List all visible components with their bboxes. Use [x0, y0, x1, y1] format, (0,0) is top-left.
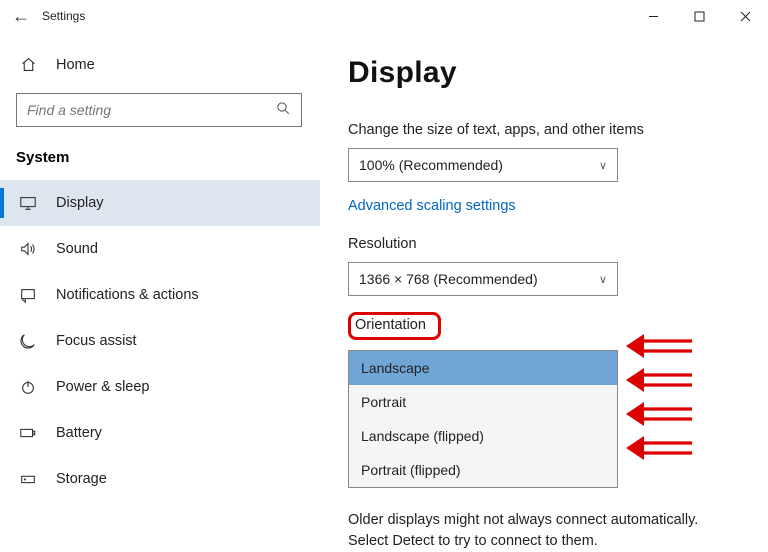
focus-assist-icon	[16, 332, 40, 350]
annotation-arrow	[622, 399, 696, 429]
sidebar-item-focus-assist[interactable]: Focus assist	[0, 318, 320, 364]
sidebar-item-power-sleep[interactable]: Power & sleep	[0, 364, 320, 410]
sidebar-home-label: Home	[56, 57, 95, 73]
sidebar-item-label: Focus assist	[56, 333, 137, 349]
orientation-option-portrait-flipped[interactable]: Portrait (flipped)	[349, 453, 617, 487]
storage-icon	[16, 470, 40, 488]
sound-icon	[16, 240, 40, 258]
notifications-icon	[16, 286, 40, 304]
sidebar-item-storage[interactable]: Storage	[0, 456, 320, 502]
sidebar-item-label: Sound	[56, 241, 98, 257]
sidebar-item-sound[interactable]: Sound	[0, 226, 320, 272]
resolution-combobox[interactable]: 1366 × 768 (Recommended) ∨	[348, 262, 618, 296]
sidebar-item-label: Power & sleep	[56, 379, 150, 395]
chevron-down-icon: ∨	[599, 159, 607, 172]
orientation-option-landscape[interactable]: Landscape	[349, 351, 617, 385]
battery-icon	[16, 424, 40, 442]
sidebar: Home System Display Sound Notifications …	[0, 32, 320, 530]
orientation-option-landscape-flipped[interactable]: Landscape (flipped)	[349, 419, 617, 453]
annotation-arrow	[622, 433, 696, 463]
search-icon	[276, 101, 291, 120]
sidebar-item-label: Battery	[56, 425, 102, 441]
sidebar-item-label: Notifications & actions	[56, 287, 199, 303]
sidebar-item-display[interactable]: Display	[0, 180, 320, 226]
minimize-button[interactable]	[630, 0, 676, 32]
orientation-label: Orientation	[355, 317, 426, 333]
home-icon	[16, 56, 40, 73]
scale-combobox[interactable]: 100% (Recommended) ∨	[348, 148, 618, 182]
advanced-scaling-link[interactable]: Advanced scaling settings	[348, 198, 748, 214]
scale-label: Change the size of text, apps, and other…	[348, 122, 748, 138]
sidebar-home[interactable]: Home	[0, 50, 320, 79]
sidebar-item-label: Storage	[56, 471, 107, 487]
search-input[interactable]	[27, 102, 276, 118]
sidebar-group-header: System	[0, 149, 320, 180]
sidebar-item-notifications[interactable]: Notifications & actions	[0, 272, 320, 318]
close-button[interactable]	[722, 0, 768, 32]
orientation-dropdown-open[interactable]: Landscape Portrait Landscape (flipped) P…	[348, 350, 618, 488]
main-panel: Display Change the size of text, apps, a…	[320, 32, 768, 530]
search-input-box[interactable]	[16, 93, 302, 127]
annotation-arrow	[622, 365, 696, 395]
chevron-down-icon: ∨	[599, 273, 607, 286]
window-title: Settings	[42, 9, 85, 23]
sidebar-item-battery[interactable]: Battery	[0, 410, 320, 456]
resolution-label: Resolution	[348, 236, 748, 252]
display-icon	[16, 194, 40, 212]
scale-value: 100% (Recommended)	[359, 157, 503, 173]
sidebar-item-label: Display	[56, 195, 104, 211]
maximize-button[interactable]	[676, 0, 722, 32]
annotation-highlight-orientation: Orientation	[348, 312, 441, 340]
footnote-text: Older displays might not always connect …	[348, 510, 708, 552]
page-title: Display	[348, 56, 748, 90]
back-button[interactable]: ←	[12, 6, 42, 27]
annotation-arrow	[622, 331, 696, 361]
power-icon	[16, 378, 40, 396]
resolution-value: 1366 × 768 (Recommended)	[359, 271, 538, 287]
orientation-option-portrait[interactable]: Portrait	[349, 385, 617, 419]
